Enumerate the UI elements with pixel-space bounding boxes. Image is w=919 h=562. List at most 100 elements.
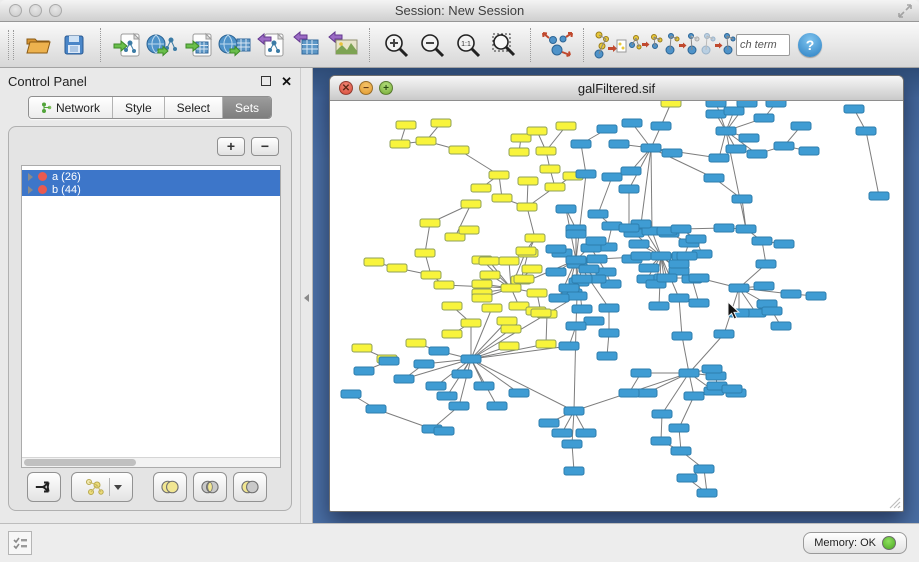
search-input[interactable] <box>736 34 790 56</box>
network-node <box>774 142 794 150</box>
minimize-window-icon[interactable] <box>29 4 42 17</box>
network-node <box>671 225 691 233</box>
disclosure-triangle-icon[interactable] <box>28 173 33 181</box>
remove-set-button[interactable]: − <box>251 137 279 156</box>
network-node <box>729 284 749 292</box>
network-window-titlebar[interactable]: ✕ − + galFiltered.sif <box>330 76 903 101</box>
fullscreen-icon[interactable] <box>897 3 913 19</box>
float-panel-icon[interactable] <box>261 76 271 86</box>
compare-sets-button[interactable] <box>628 27 664 63</box>
toolbar-drag-handle[interactable] <box>8 30 14 60</box>
tab-select[interactable]: Select <box>165 97 223 118</box>
network-node <box>651 252 671 260</box>
network-node <box>431 119 451 127</box>
horizontal-scrollbar[interactable] <box>22 457 280 467</box>
network-canvas[interactable] <box>330 101 903 511</box>
control-panel-title: Control Panel <box>8 74 87 89</box>
intersection-button[interactable] <box>193 472 227 502</box>
network-node <box>527 289 547 297</box>
create-network-from-set-button[interactable] <box>71 472 133 502</box>
export-set-button[interactable] <box>592 27 628 63</box>
network-node <box>669 294 689 302</box>
network-node <box>716 127 736 135</box>
export-image-button[interactable] <box>325 27 361 63</box>
network-node <box>536 147 556 155</box>
network-node <box>354 367 374 375</box>
zoom-in-button[interactable] <box>378 27 414 63</box>
network-node <box>774 240 794 248</box>
network-node <box>651 437 671 445</box>
network-node <box>662 149 682 157</box>
diff-left-button[interactable] <box>700 27 736 63</box>
sets-list[interactable]: a (26) b (44) <box>21 165 281 468</box>
difference-button[interactable] <box>233 472 267 502</box>
close-window-icon[interactable] <box>9 4 22 17</box>
split-set-button[interactable] <box>27 472 61 502</box>
network-node <box>599 304 619 312</box>
export-table-button[interactable] <box>289 27 325 63</box>
network-node <box>694 465 714 473</box>
collapse-panel-icon[interactable] <box>304 294 309 302</box>
memory-status-button[interactable]: Memory: OK <box>803 532 907 554</box>
import-table-file-button[interactable] <box>181 27 217 63</box>
main-toolbar: 1:1 ? <box>0 22 919 68</box>
frame-maximize-icon[interactable]: + <box>379 81 393 95</box>
network-node <box>706 110 726 118</box>
network-node <box>509 389 529 397</box>
network-node <box>549 294 569 302</box>
traffic-lights[interactable] <box>9 4 62 17</box>
network-node <box>669 260 689 268</box>
zoom-window-icon[interactable] <box>49 4 62 17</box>
set-color-icon <box>38 172 47 181</box>
network-node <box>540 165 560 173</box>
network-node <box>661 101 681 107</box>
sets-panel: + − a (26) b (44) <box>8 126 292 511</box>
network-node <box>756 260 776 268</box>
network-node <box>869 192 889 200</box>
network-node <box>566 256 586 264</box>
apply-layout-button[interactable] <box>539 27 575 63</box>
set-row-b[interactable]: b (44) <box>22 183 280 196</box>
network-node <box>754 114 774 122</box>
union-button[interactable] <box>153 472 187 502</box>
import-network-file-button[interactable] <box>109 27 145 63</box>
export-network-button[interactable] <box>253 27 289 63</box>
network-node <box>726 145 746 153</box>
tab-sets[interactable]: Sets <box>223 97 271 118</box>
import-network-web-button[interactable] <box>145 27 181 63</box>
open-file-button[interactable] <box>20 27 56 63</box>
network-node <box>449 402 469 410</box>
network-node <box>587 255 607 263</box>
resize-grip-icon[interactable] <box>887 495 901 509</box>
network-node <box>602 173 622 181</box>
fork-icon <box>34 477 54 497</box>
scrollbar-thumb[interactable] <box>24 459 136 466</box>
network-node <box>426 382 446 390</box>
network-node <box>416 137 436 145</box>
close-panel-icon[interactable]: ✕ <box>281 75 292 88</box>
tab-network[interactable]: Network <box>29 97 113 118</box>
diff-right-button[interactable] <box>664 27 700 63</box>
toolbar-separator <box>530 28 531 62</box>
network-node <box>639 264 659 272</box>
tab-style[interactable]: Style <box>113 97 165 118</box>
dropdown-caret-icon[interactable] <box>114 485 122 490</box>
help-button[interactable]: ? <box>798 33 822 57</box>
panel-splitter[interactable] <box>300 68 313 523</box>
add-set-button[interactable]: + <box>217 137 245 156</box>
frame-close-icon[interactable]: ✕ <box>339 81 353 95</box>
frame-minimize-icon[interactable]: − <box>359 81 373 95</box>
network-window[interactable]: ✕ − + galFiltered.sif <box>329 75 904 512</box>
set-row-a[interactable]: a (26) <box>22 170 280 183</box>
network-node <box>461 355 481 363</box>
network-node <box>472 280 492 288</box>
network-node <box>546 245 566 253</box>
save-session-button[interactable] <box>56 27 92 63</box>
task-history-button[interactable] <box>8 531 32 555</box>
zoom-fit-button[interactable] <box>486 27 522 63</box>
zoom-actual-button[interactable]: 1:1 <box>450 27 486 63</box>
disclosure-triangle-icon[interactable] <box>28 186 33 194</box>
network-node <box>737 101 757 107</box>
import-table-web-button[interactable] <box>217 27 253 63</box>
zoom-out-button[interactable] <box>414 27 450 63</box>
